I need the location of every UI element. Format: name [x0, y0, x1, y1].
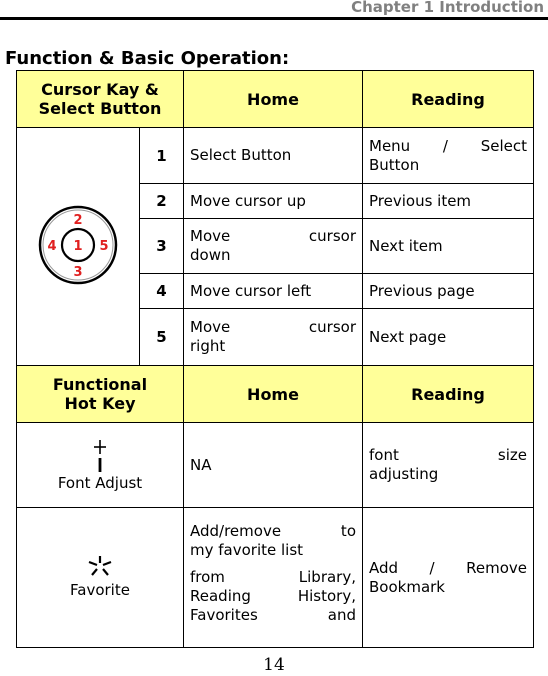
- hotkey-label: Favorite: [70, 581, 130, 599]
- key-number: 2: [139, 183, 184, 219]
- header-cursor-key: Cursor Kay & Select Button: [16, 70, 184, 128]
- header-line: Functional: [52, 375, 148, 394]
- header-line: Cursor Kay &: [41, 80, 159, 99]
- reading-action: Previous item: [362, 183, 534, 219]
- home-action: Move cursor up: [183, 183, 363, 219]
- key-label-3: 3: [73, 265, 82, 280]
- table-row: 1 2 3 4 5 1 Select Button Menu / Select B…: [16, 127, 534, 366]
- header-home: Home: [183, 70, 363, 128]
- home-action: Move cursor down: [183, 218, 363, 274]
- text-line: Favorites and: [190, 606, 356, 624]
- header-reading: Reading: [362, 365, 534, 423]
- header-line: Select Button: [38, 99, 162, 118]
- home-action: Move cursor right: [183, 308, 363, 366]
- home-action: NA: [183, 422, 363, 508]
- key-number: 3: [139, 218, 184, 274]
- header-line: Hot Key: [64, 394, 136, 413]
- section-title: Function & Basic Operation:: [5, 48, 290, 69]
- function-table: Cursor Kay & Select Button Home Reading …: [16, 70, 534, 648]
- reading-action: font size adjusting: [362, 422, 534, 508]
- text-line: Reading History,: [190, 587, 356, 605]
- header-rule: [0, 17, 548, 20]
- text-line: from Library,: [190, 568, 356, 586]
- text-line: Add/remove to: [190, 522, 356, 540]
- chapter-header: Chapter 1 Introduction: [351, 0, 544, 16]
- table2-header-row: Functional Hot Key Home Reading: [16, 365, 534, 423]
- hotkey-label: Font Adjust: [57, 473, 143, 492]
- asterisk-favorite-icon: [88, 556, 112, 576]
- table-row: Favorite Add/remove to my favorite list f…: [16, 507, 534, 648]
- text-line: Move cursor: [190, 318, 356, 336]
- key-label-4: 4: [47, 239, 56, 254]
- reading-action: Menu / Select Button: [362, 127, 534, 184]
- text-line: my favorite list: [190, 541, 304, 559]
- header-hot-key: Functional Hot Key: [16, 365, 184, 423]
- key-label-5: 5: [99, 239, 108, 254]
- reading-action: Add / Remove Bookmark: [362, 507, 534, 648]
- hotkey-font-adjust: Font Adjust: [16, 422, 184, 508]
- header-home: Home: [183, 365, 363, 423]
- key-number: 4: [139, 273, 184, 309]
- table-row: Font Adjust NA font size adjusting: [16, 422, 534, 508]
- table1-header-row: Cursor Kay & Select Button Home Reading: [16, 70, 534, 128]
- reading-action: Previous page: [362, 273, 534, 309]
- page-number: 14: [263, 655, 285, 675]
- text-line: Bookmark: [369, 577, 445, 596]
- text-line: Move cursor: [190, 227, 356, 245]
- key-number: 1: [139, 127, 184, 184]
- key-label-1: 1: [73, 239, 82, 254]
- text-line: right: [190, 337, 226, 355]
- key-number: 5: [139, 308, 184, 366]
- key-label-2: 2: [73, 213, 82, 228]
- header-reading: Reading: [362, 70, 534, 128]
- text-line: Menu / Select: [369, 136, 527, 155]
- cursor-keypad-icon: 1 2 3 4 5: [38, 205, 118, 284]
- hotkey-favorite: Favorite: [16, 507, 184, 648]
- plus-minus-icon: [94, 439, 106, 472]
- reading-action: Next page: [362, 308, 534, 366]
- home-action: Select Button: [183, 127, 363, 184]
- text-line: font size: [369, 446, 527, 464]
- text-line: Add / Remove: [369, 558, 527, 577]
- reading-action: Next item: [362, 218, 534, 274]
- text-line: Button: [369, 155, 420, 174]
- text-line: down: [190, 246, 231, 264]
- home-action: Add/remove to my favorite list from Libra…: [183, 507, 363, 648]
- text-line: adjusting: [369, 465, 439, 483]
- keypad-cell: 1 2 3 4 5: [16, 127, 140, 366]
- home-action: Move cursor left: [183, 273, 363, 309]
